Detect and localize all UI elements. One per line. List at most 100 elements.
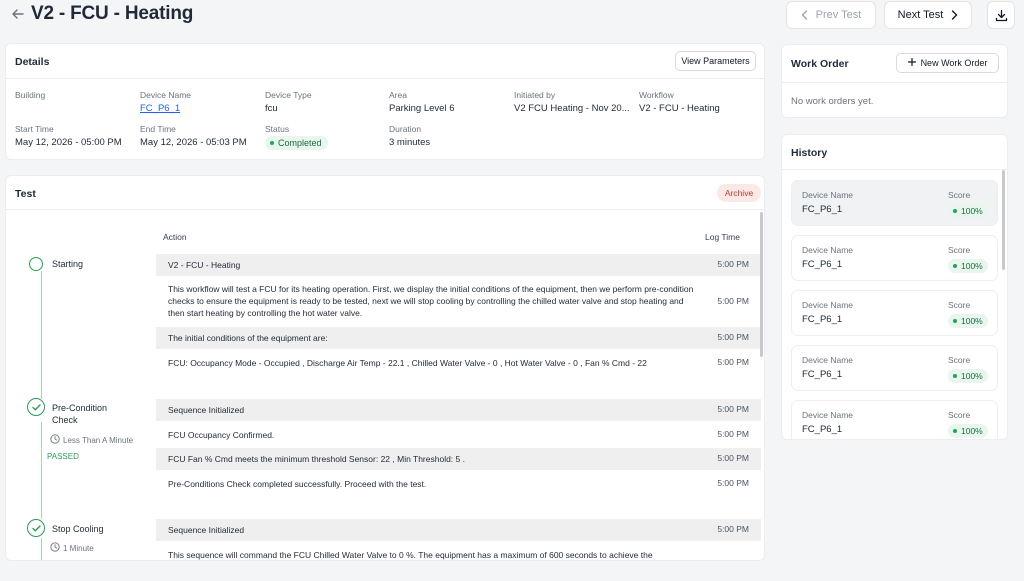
test-divider (6, 209, 764, 210)
end-time-label: End Time (140, 124, 176, 134)
device-name-label: Device Name (140, 90, 192, 100)
history-device-label: Device Name (802, 300, 854, 310)
status-dot-icon (270, 141, 274, 145)
history-device-value: FC_P6_1 (802, 204, 843, 215)
area-label: Area (389, 90, 407, 100)
step-complete-check-icon (27, 519, 45, 537)
history-item[interactable]: Device Name FC_P6_1 Score 100% (791, 400, 998, 439)
duration-value: 3 minutes (389, 137, 431, 148)
log-row-text: FCU Occupancy Confirmed. (168, 430, 275, 440)
next-test-button[interactable]: Next Test (884, 1, 972, 29)
history-score-badge: 100% (948, 424, 988, 438)
work-order-divider (782, 82, 1007, 83)
prev-test-label: Prev Test (815, 9, 862, 21)
log-row-time: 5:00 PM (717, 453, 749, 463)
step-precondition-duration: Less Than A Minute (50, 434, 133, 446)
history-device-label: Device Name (802, 190, 854, 200)
history-title: History (791, 147, 828, 159)
log-row: The initial conditions of the equipment … (156, 327, 761, 349)
step-precondition-label: Pre-Condition Check (52, 403, 108, 425)
history-score-value: 100% (961, 426, 983, 436)
history-score-label: Score (948, 300, 971, 310)
plus-icon (907, 57, 916, 68)
area-value: Parking Level 6 (389, 103, 455, 114)
log-row-time: 5:00 PM (717, 429, 749, 439)
test-scrollbar[interactable] (760, 212, 763, 357)
log-row-time: 5:00 PM (717, 478, 749, 488)
log-row: This sequence will command the FCU Chill… (156, 543, 761, 560)
page-title: V2 - FCU - Heating (31, 3, 194, 24)
device-name-link[interactable]: FC_P6_1 (140, 103, 250, 114)
history-scrollbar[interactable] (1002, 170, 1005, 270)
archive-button[interactable]: Archive (717, 184, 761, 202)
score-dot-icon (953, 209, 957, 213)
history-score-badge: 100% (948, 369, 988, 383)
history-device-value: FC_P6_1 (802, 424, 843, 435)
download-button[interactable] (987, 1, 1015, 29)
new-work-order-button[interactable]: New Work Order (896, 53, 999, 73)
history-score-badge: 100% (948, 259, 988, 273)
initiated-by-value: V2 FCU Heating - Nov 20... (514, 103, 630, 114)
log-row: Sequence Initialized 5:00 PM (156, 399, 761, 421)
step-precondition-result: PASSED (47, 452, 79, 461)
top-bar: V2 - FCU - Heating Prev Test Next Test (0, 0, 1024, 30)
log-row-time: 5:00 PM (717, 524, 749, 534)
history-device-label: Device Name (802, 245, 854, 255)
history-score-badge: 100% (948, 204, 988, 218)
next-test-label: Next Test (897, 9, 944, 21)
prev-test-button[interactable]: Prev Test (786, 1, 876, 29)
device-type-label: Device Type (265, 90, 312, 100)
workflow-value: V2 - FCU - Heating (639, 103, 720, 114)
log-row-time: 5:00 PM (717, 332, 749, 342)
start-time-label: Start Time (15, 124, 54, 134)
step-pending-circle-icon (29, 257, 43, 271)
workflow-label: Workflow (639, 90, 674, 100)
timeline-connector (41, 271, 42, 399)
status-value: Completed (278, 138, 322, 148)
history-item[interactable]: Device Name FC_P6_1 Score 100% (791, 290, 998, 336)
clock-icon (50, 542, 60, 554)
work-order-empty-text: No work orders yet. (791, 96, 874, 107)
status-label: Status (265, 124, 290, 134)
log-row: Pre-Conditions Check completed successfu… (156, 473, 761, 495)
step-stop-cooling-duration-text: 1 Minute (63, 543, 94, 553)
step-stop-cooling-label: Stop Cooling (52, 524, 104, 534)
history-score-label: Score (948, 355, 971, 365)
chevron-right-icon (951, 10, 958, 20)
device-type-value: fcu (265, 103, 278, 114)
history-item[interactable]: Device Name FC_P6_1 Score 100% (791, 345, 998, 391)
log-row: V2 - FCU - Heating 5:00 PM (156, 254, 761, 276)
history-device-value: FC_P6_1 (802, 314, 843, 325)
log-row-text: Sequence Initialized (168, 405, 245, 415)
history-score-value: 100% (961, 261, 983, 271)
history-score-value: 100% (961, 316, 983, 326)
score-dot-icon (953, 319, 957, 323)
step-starting-label: Starting (52, 259, 84, 269)
download-icon (995, 9, 1008, 22)
history-score-badge: 100% (948, 314, 988, 328)
history-card: History Device Name FC_P6_1 Score 100% D… (781, 134, 1008, 440)
log-row-text: FCU: Occupancy Mode - Occupied , Dischar… (168, 358, 647, 368)
log-row: FCU Fan % Cmd meets the minimum threshol… (156, 448, 761, 470)
view-parameters-button[interactable]: View Parameters (675, 51, 756, 71)
log-row-time: 5:00 PM (717, 404, 749, 414)
log-time-column-header: Log Time (705, 232, 740, 242)
log-row-time: 5:00 PM (717, 296, 749, 306)
history-item[interactable]: Device Name FC_P6_1 Score 100% (791, 235, 998, 281)
work-order-card: Work Order New Work Order No work orders… (781, 44, 1008, 118)
score-dot-icon (953, 429, 957, 433)
history-device-value: FC_P6_1 (802, 369, 843, 380)
history-score-label: Score (948, 245, 971, 255)
duration-label: Duration (389, 124, 422, 134)
test-title: Test (15, 188, 36, 200)
timeline-connector (41, 422, 42, 519)
status-badge: Completed (265, 136, 328, 150)
start-time-value: May 12, 2026 - 05:00 PM (15, 137, 122, 148)
new-work-order-label: New Work Order (920, 58, 988, 68)
log-row-text: This workflow will test a FCU for its he… (168, 284, 694, 318)
back-arrow-icon[interactable] (11, 7, 25, 21)
details-divider (6, 78, 764, 79)
log-row: FCU Occupancy Confirmed. 5:00 PM (156, 424, 761, 446)
step-precondition-duration-text: Less Than A Minute (63, 435, 134, 445)
history-item[interactable]: Device Name FC_P6_1 Score 100% (791, 180, 998, 226)
